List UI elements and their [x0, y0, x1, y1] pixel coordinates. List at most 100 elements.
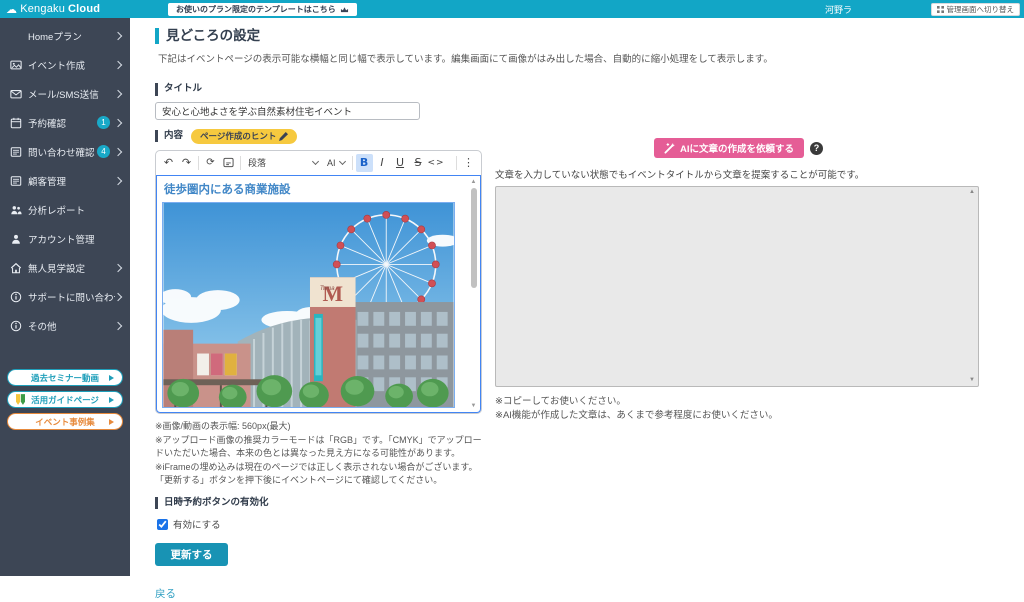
house-icon	[9, 261, 22, 274]
editor-heading: 徒歩圏内にある商業施設	[164, 181, 460, 197]
logo-text-bold: Cloud	[68, 3, 100, 15]
toolbar-divider	[352, 156, 353, 170]
chevron-down-icon	[312, 158, 319, 165]
scroll-down-icon[interactable]: ▼	[967, 376, 977, 385]
enable-checkbox-row[interactable]: 有効にする	[157, 517, 487, 531]
ai-generate-button[interactable]: AIに文章の作成を依頼する	[654, 138, 804, 158]
notification-badge: 4	[97, 145, 110, 158]
ai-output-textarea[interactable]: ▲ ▼	[495, 186, 979, 387]
sidebar-item-reservation-check[interactable]: 予約確認 1	[0, 108, 130, 137]
play-arrow-icon	[109, 397, 114, 403]
svg-text:Tama: Tama	[320, 286, 335, 292]
chevron-right-icon	[114, 263, 122, 271]
note-line: ※アップロード画像の推奨カラーモードは「RGB」です。「CMYK」でアップロード…	[155, 434, 487, 460]
info-icon	[9, 319, 22, 332]
sidebar-item-label: アカウント管理	[28, 232, 115, 246]
sidebar-item-home-plan[interactable]: Homeプラン	[0, 21, 130, 50]
sidebar-item-label: 顧客管理	[28, 174, 115, 188]
scroll-down-icon[interactable]: ▼	[469, 402, 478, 410]
guide-page-label: 活用ガイドページ	[31, 394, 99, 406]
sidebar-item-label: その他	[28, 319, 115, 333]
back-link[interactable]: 戻る	[155, 586, 176, 601]
title-field-label: タイトル	[155, 83, 487, 95]
help-icon[interactable]: ?	[810, 142, 823, 155]
sidebar: Homeプラン イベント作成 メール/SMS送信 予約確認 1 問い合わせ確認 …	[0, 18, 130, 576]
sidebar-item-inquiry-check[interactable]: 問い合わせ確認 4	[0, 137, 130, 166]
datetime-button-section-label: 日時予約ボタンの有効化	[155, 497, 487, 509]
ai-description: 文章を入力していない状態でもイベントタイトルから文章を提案することが可能です。	[495, 167, 982, 181]
sidebar-item-mail-sms[interactable]: メール/SMS送信	[0, 79, 130, 108]
mall-ferris-wheel-photo[interactable]: M Tama	[162, 202, 455, 408]
editor-scrollbar[interactable]: ▲ ▼	[469, 178, 478, 410]
note-line: ※AI機能が作成した文章は、あくまで参考程度にお使いください。	[495, 409, 982, 423]
play-arrow-icon	[109, 375, 114, 381]
image-icon	[9, 58, 22, 71]
editor-content-area[interactable]: 徒歩圏内にある商業施設	[156, 175, 481, 413]
toolbar-divider	[456, 156, 457, 170]
page-title: 見どころの設定	[155, 28, 1024, 44]
update-button[interactable]: 更新する	[155, 543, 228, 566]
switch-icon	[937, 6, 944, 13]
calendar-icon	[9, 116, 22, 129]
italic-button[interactable]: I	[374, 154, 391, 172]
sidebar-item-event-create[interactable]: イベント作成	[0, 50, 130, 79]
editor-toolbar: ↶ ↷ ⟳ 段落 AI	[156, 151, 481, 175]
more-options-icon[interactable]: ⋮	[460, 154, 477, 172]
strikethrough-button[interactable]: S	[410, 154, 427, 172]
past-seminar-video-label: 過去セミナー動画	[31, 372, 99, 384]
note-line: ※コピーしてお使いください。	[495, 395, 982, 409]
switch-admin-button[interactable]: 管理画面へ切り替え	[931, 3, 1021, 16]
scroll-up-icon[interactable]: ▲	[469, 178, 478, 186]
person-icon	[9, 232, 22, 245]
crown-icon	[340, 5, 349, 13]
code-button[interactable]: <>	[428, 154, 445, 172]
sidebar-item-customer-management[interactable]: 顧客管理	[0, 166, 130, 195]
ai-tools-select[interactable]: AI	[323, 154, 349, 172]
redo-icon[interactable]: ↷	[178, 154, 195, 172]
paragraph-format-select[interactable]: 段落	[244, 154, 322, 172]
rich-text-editor: ↶ ↷ ⟳ 段落 AI	[155, 150, 482, 414]
paragraph-format-label: 段落	[248, 156, 266, 169]
page-creation-hint-button[interactable]: ページ作成のヒント	[191, 129, 297, 144]
sidebar-item-support-contact[interactable]: サポートに問い合わせ	[0, 282, 130, 311]
toolbar-divider	[240, 156, 241, 170]
underline-button[interactable]: U	[392, 154, 409, 172]
textarea-scrollbar[interactable]: ▲ ▼	[967, 188, 977, 385]
scroll-up-icon[interactable]: ▲	[967, 188, 977, 197]
sidebar-item-unmanned-tour-settings[interactable]: 無人見学設定	[0, 253, 130, 282]
info-icon	[9, 290, 22, 303]
page-description: 下記はイベントページの表示可能な横幅と同じ幅で表示しています。編集画面にて画像が…	[158, 51, 1024, 65]
hint-label: ページ作成のヒント	[200, 130, 276, 142]
past-seminar-video-button[interactable]: 過去セミナー動画	[7, 369, 123, 386]
sidebar-item-label: 予約確認	[28, 116, 97, 130]
play-arrow-icon	[109, 419, 114, 425]
insert-template-icon[interactable]	[220, 154, 237, 172]
enable-checkbox-label: 有効にする	[173, 517, 221, 531]
plan-template-label: お使いのプラン限定のテンプレートはこちら	[176, 4, 336, 15]
document-icon	[9, 174, 22, 187]
content-field-label: 内容	[155, 130, 183, 142]
sidebar-item-label: 問い合わせ確認	[28, 145, 97, 159]
plan-template-button[interactable]: お使いのプラン限定のテンプレートはこちら	[168, 3, 357, 16]
sidebar-item-others[interactable]: その他	[0, 311, 130, 340]
enable-checkbox[interactable]	[157, 519, 168, 530]
chevron-right-icon	[114, 176, 122, 184]
editor-notes: ※画像/動画の表示幅: 560px(最大) ※アップロード画像の推奨カラーモード…	[155, 420, 487, 487]
chevron-right-icon	[114, 321, 122, 329]
sidebar-item-analytics-report[interactable]: 分析レポート	[0, 195, 130, 224]
event-case-studies-button[interactable]: イベント事例集	[7, 413, 123, 430]
bold-button[interactable]: B	[356, 154, 373, 172]
sidebar-item-label: Homeプラン	[28, 29, 115, 43]
sidebar-nav: Homeプラン イベント作成 メール/SMS送信 予約確認 1 問い合わせ確認 …	[0, 18, 130, 340]
event-title-input[interactable]	[155, 102, 420, 120]
sidebar-footer: 過去セミナー動画 活用ガイドページ イベント事例集	[0, 363, 130, 436]
scrollbar-thumb[interactable]	[471, 188, 477, 288]
main-content: 見どころの設定 下記はイベントページの表示可能な横幅と同じ幅で表示しています。編…	[130, 18, 1024, 576]
guide-page-button[interactable]: 活用ガイドページ	[7, 391, 123, 408]
logo-text: Kengaku	[20, 3, 65, 15]
sidebar-item-account-management[interactable]: アカウント管理	[0, 224, 130, 253]
username-label: 河野ラ	[825, 0, 852, 18]
restore-draft-icon[interactable]: ⟳	[202, 154, 219, 172]
sidebar-item-label: イベント作成	[28, 58, 115, 72]
undo-icon[interactable]: ↶	[160, 154, 177, 172]
